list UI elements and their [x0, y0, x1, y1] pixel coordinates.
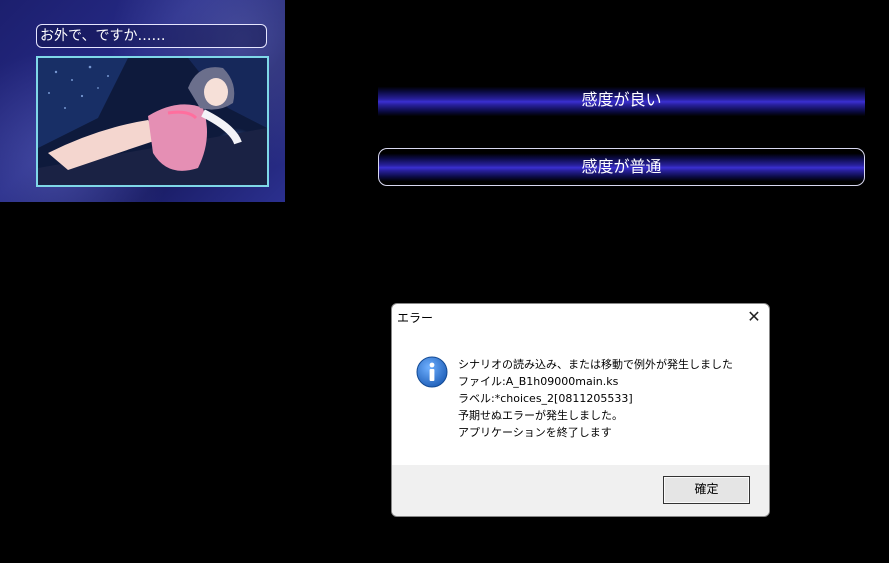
info-icon: [416, 356, 448, 388]
dialog-title: エラー: [397, 311, 434, 325]
message-line: アプリケーションを終了します: [458, 426, 612, 439]
dialog-message: シナリオの読み込み、または移動で例外が発生しました ファイル:A_B1h0900…: [458, 356, 759, 441]
scene-preview-panel: お外で、ですか……: [0, 0, 285, 202]
message-line: シナリオの読み込み、または移動で例外が発生しました: [458, 358, 733, 371]
dialog-titlebar: エラー ✕: [392, 304, 769, 330]
message-line: ファイル:A_B1h09000main.ks: [458, 375, 619, 388]
error-dialog: エラー ✕ シナリオの読み込み、または移動で例外が発生しました ファイル:A_B…: [391, 303, 770, 517]
choice-button-good[interactable]: 感度が良い: [378, 82, 865, 120]
dialog-footer: 確定: [392, 465, 769, 516]
scene-thumbnail: [36, 56, 269, 187]
message-line: ラベル:*choices_2[0811205533]: [458, 392, 633, 405]
ok-button[interactable]: 確定: [663, 476, 750, 504]
message-line: 予期せぬエラーが発生しました。: [458, 409, 623, 422]
scene-title: お外で、ですか……: [36, 24, 267, 48]
close-icon[interactable]: ✕: [743, 306, 765, 328]
choice-button-normal[interactable]: 感度が普通: [378, 148, 865, 186]
scene-illustration: [38, 58, 267, 185]
